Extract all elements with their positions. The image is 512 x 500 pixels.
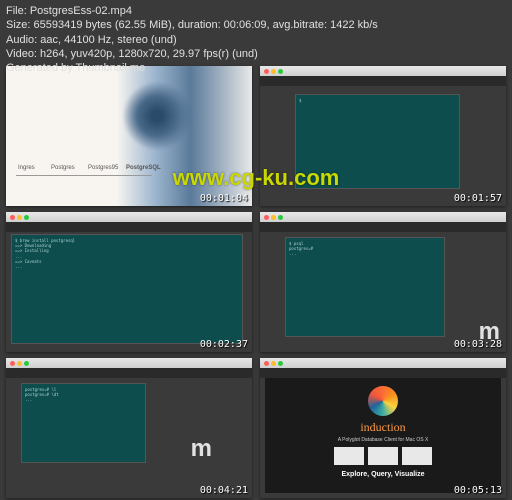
terminal-window: $ psql postgres=# ...: [285, 237, 445, 337]
watermark-text: www.cg-ku.com: [173, 165, 340, 191]
timestamp: 00:01:57: [454, 193, 502, 204]
thumbnail-6: induction A Polyglot Database Client for…: [260, 358, 506, 498]
close-icon: [264, 361, 269, 366]
browser-content: induction A Polyglot Database Client for…: [265, 378, 501, 493]
app-screenshot: [368, 447, 398, 465]
timeline-label: Postgres95: [88, 165, 118, 171]
timestamp: 00:04:21: [200, 485, 248, 496]
hero-title: induction: [273, 420, 493, 435]
timeline-label: Ingres: [18, 165, 35, 171]
maximize-icon: [278, 361, 283, 366]
file-size-line: Size: 65593419 bytes (62.55 MiB), durati…: [6, 18, 378, 32]
maximize-icon: [278, 215, 283, 220]
window-titlebar: [260, 358, 506, 368]
terminal-output: $: [296, 95, 459, 111]
video-info-line: Video: h264, yuv420p, 1280x720, 29.97 fp…: [6, 47, 378, 61]
browser-toolbar: [260, 222, 506, 232]
maximize-icon: [24, 215, 29, 220]
induction-logo-icon: [368, 386, 398, 416]
minimize-icon: [17, 215, 22, 220]
maximize-icon: [24, 361, 29, 366]
timestamp: 00:05:13: [454, 485, 502, 496]
browser-toolbar: [6, 222, 252, 232]
app-screenshot: [402, 447, 432, 465]
timeline-label: PostgreSQL: [126, 165, 161, 171]
brand-logo: m: [191, 435, 212, 463]
close-icon: [10, 361, 15, 366]
terminal-window: $ brew install postgresql ==> Downloadin…: [11, 234, 243, 344]
window-titlebar: [6, 358, 252, 368]
terminal-output: $ psql postgres=# ...: [286, 238, 444, 260]
app-screenshot: [334, 447, 364, 465]
hero-subtitle: A Polyglot Database Client for Mac OS X: [273, 437, 493, 443]
close-icon: [264, 215, 269, 220]
generator-line: Generated by Thumbnail me: [6, 61, 378, 75]
minimize-icon: [271, 215, 276, 220]
thumbnail-4: $ psql postgres=# ... m 00:03:28: [260, 212, 506, 352]
audio-info-line: Audio: aac, 44100 Hz, stereo (und): [6, 33, 378, 47]
window-titlebar: [260, 212, 506, 222]
terminal-output: postgres=# \l postgres=# \dt ...: [22, 384, 145, 406]
window-titlebar: [6, 212, 252, 222]
timestamp: 00:01:04: [200, 193, 248, 204]
hero-tagline: Explore, Query, Visualize: [273, 471, 493, 478]
minimize-icon: [17, 361, 22, 366]
minimize-icon: [271, 361, 276, 366]
browser-toolbar: [6, 368, 252, 378]
history-timeline: [16, 175, 152, 176]
file-info-header: File: PostgresEss-02.mp4 Size: 65593419 …: [0, 0, 384, 79]
fractal-graphic: [122, 81, 192, 151]
thumbnail-3: $ brew install postgresql ==> Downloadin…: [6, 212, 252, 352]
terminal-window: postgres=# \l postgres=# \dt ...: [21, 383, 146, 463]
file-name-line: File: PostgresEss-02.mp4: [6, 4, 378, 18]
close-icon: [10, 215, 15, 220]
timestamp: 00:03:28: [454, 339, 502, 350]
thumbnail-5: postgres=# \l postgres=# \dt ... m 00:04…: [6, 358, 252, 498]
browser-toolbar: [260, 368, 506, 378]
timeline-label: Postgres: [51, 165, 75, 171]
screenshot-row: [273, 447, 493, 465]
terminal-output: $ brew install postgresql ==> Downloadin…: [12, 235, 242, 272]
timestamp: 00:02:37: [200, 339, 248, 350]
